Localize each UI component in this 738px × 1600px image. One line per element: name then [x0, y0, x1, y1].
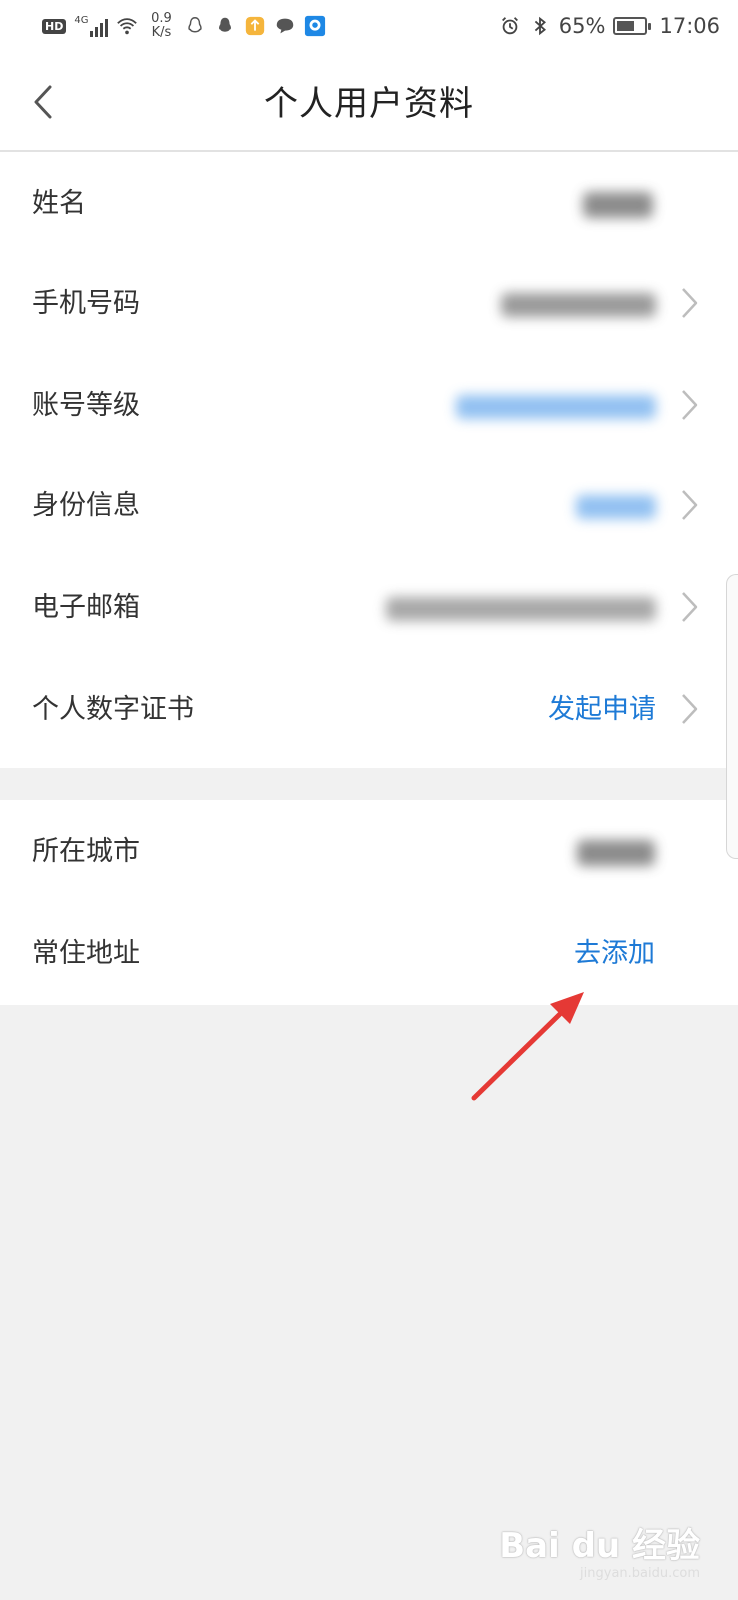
upload-app-icon [246, 16, 265, 36]
chevron-right-icon [682, 694, 698, 724]
watermark-brand: Bai du 经验 [499, 1526, 700, 1566]
annotation-arrow-icon [471, 992, 584, 1101]
battery-icon [613, 17, 652, 35]
certificate-row[interactable]: 个人数字证书 发起申请 [0, 658, 738, 766]
email-row[interactable]: 电子邮箱 [0, 556, 738, 658]
status-bar-left: HD 4G 0.9 K/s [42, 10, 326, 42]
back-button[interactable] [18, 74, 68, 130]
status-bar-right: 65% 17:06 [499, 10, 720, 42]
account-level-value-blurred [456, 354, 656, 458]
identity-value-blurred [576, 454, 656, 558]
blue-app-icon [305, 15, 326, 37]
side-edge-handle[interactable] [726, 574, 738, 859]
identity-value-redaction [576, 494, 656, 519]
identity-label: 身份信息 [32, 490, 140, 521]
account-level-label: 账号等级 [32, 390, 140, 421]
chevron-right-icon [682, 288, 698, 318]
phone-value-blurred [501, 252, 656, 356]
page-title: 个人用户资料 [264, 84, 474, 124]
name-row: 姓名 [0, 152, 738, 252]
signal-icon: 4G [74, 15, 109, 37]
chevron-right-icon [682, 390, 698, 420]
address-label: 常住地址 [32, 938, 140, 969]
net-speed: 0.9 K/s [146, 12, 176, 40]
phone-value-redaction [501, 292, 656, 317]
city-value-redaction [577, 839, 655, 866]
net-speed-value: 0.9 [151, 11, 172, 26]
account-level-row[interactable]: 账号等级 [0, 354, 738, 454]
chevron-right-icon [682, 592, 698, 622]
profile-section: 姓名 手机号码 账号等级 身份信息 电子邮箱 个人数字证书 发起申请 [0, 152, 738, 768]
address-row[interactable]: 常住地址 去添加 [0, 902, 738, 1004]
location-section: 所在城市 常住地址 去添加 [0, 800, 738, 1005]
phone-row[interactable]: 手机号码 [0, 252, 738, 354]
city-row[interactable]: 所在城市 [0, 800, 738, 902]
city-value-blurred [577, 800, 655, 904]
status-bar: HD 4G 0.9 K/s 65% 17:06 [0, 0, 738, 52]
network-type-label: 4G [74, 15, 89, 26]
account-level-value-redaction [456, 394, 656, 419]
watermark-domain: jingyan.baidu.com [580, 1566, 700, 1581]
certificate-apply-link[interactable]: 发起申请 [548, 658, 656, 762]
bluetooth-icon [534, 16, 546, 36]
city-label: 所在城市 [32, 836, 140, 867]
name-value-redaction [583, 191, 653, 218]
clock-time: 17:06 [659, 14, 720, 38]
name-value-blurred [583, 152, 653, 256]
battery-percent: 65% [558, 14, 606, 38]
name-label: 姓名 [32, 188, 86, 219]
identity-row[interactable]: 身份信息 [0, 454, 738, 556]
chevron-left-icon [34, 85, 52, 119]
chevron-right-icon [682, 490, 698, 520]
certificate-label: 个人数字证书 [32, 694, 194, 725]
net-speed-unit: K/s [151, 25, 172, 40]
phone-label: 手机号码 [32, 288, 140, 319]
chat-bubble-icon [277, 18, 294, 34]
hd-badge: HD [42, 18, 67, 34]
wifi-icon [117, 18, 138, 35]
baidu-jingyan-watermark: Bai du 经验 jingyan.baidu.com [499, 1529, 700, 1580]
email-value-blurred [386, 556, 656, 660]
qq-icon [219, 17, 232, 32]
qq-outline-icon [188, 17, 203, 33]
alarm-icon [501, 17, 518, 35]
nav-bar: 个人用户资料 [0, 52, 738, 152]
email-value-redaction [386, 596, 656, 621]
email-label: 电子邮箱 [32, 592, 140, 623]
